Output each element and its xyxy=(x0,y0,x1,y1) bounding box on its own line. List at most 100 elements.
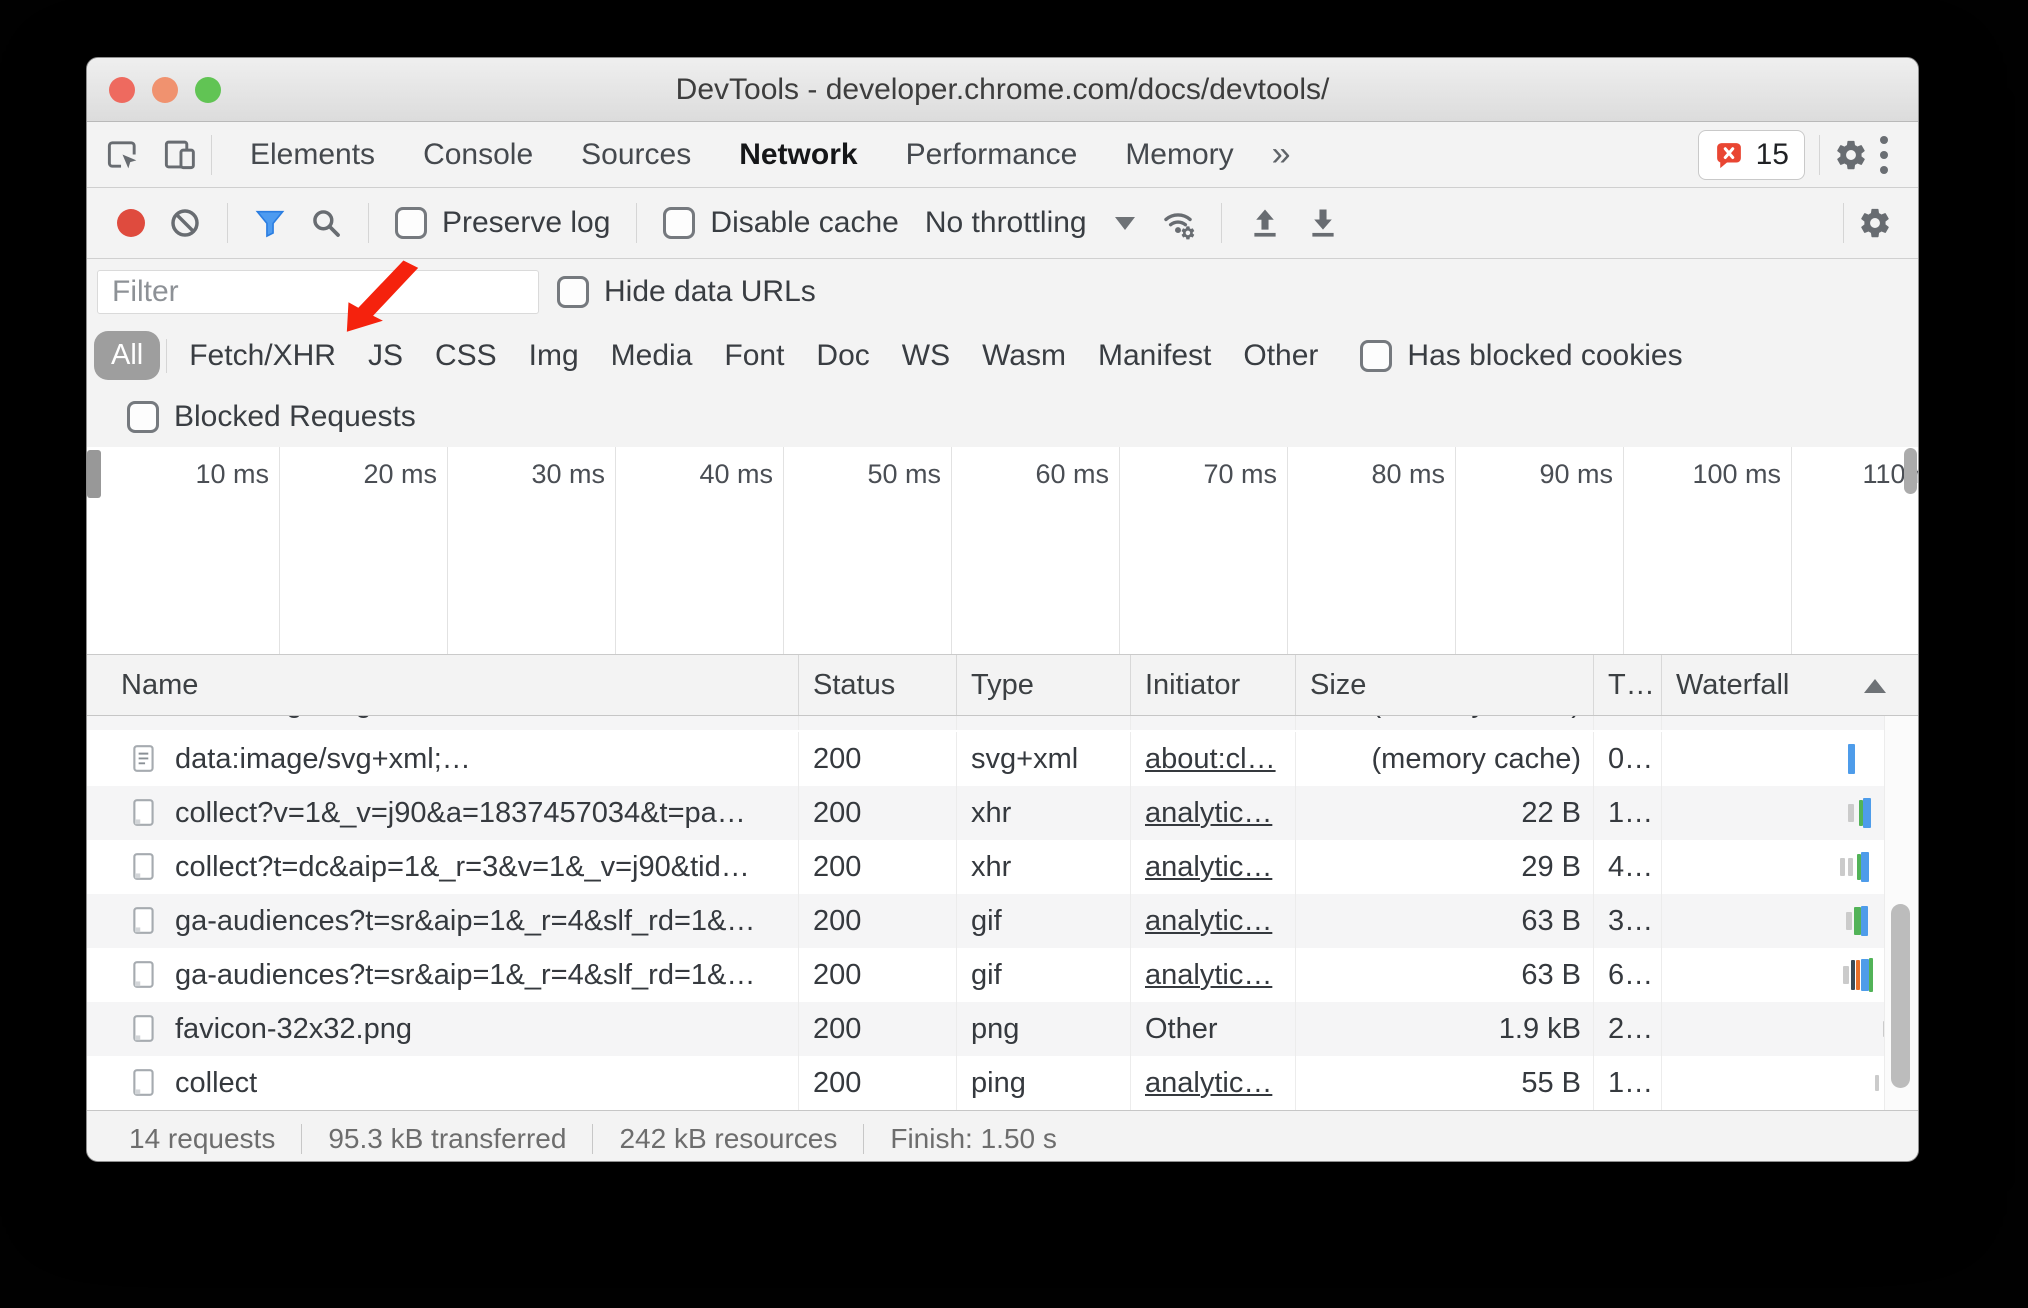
network-overview-timeline[interactable]: 10 ms 20 ms 30 ms 40 ms 50 ms 60 ms 70 m… xyxy=(87,447,1918,655)
blocked-requests-checkbox[interactable] xyxy=(127,401,159,433)
column-header-type[interactable]: Type xyxy=(957,655,1131,715)
network-settings-gear-icon[interactable] xyxy=(1858,206,1892,240)
table-row[interactable]: favicon-32x32.png 200 png Other 1.9 kB 2… xyxy=(87,1002,1918,1056)
column-header-size[interactable]: Size xyxy=(1296,655,1594,715)
request-type: xhr xyxy=(957,786,1131,840)
clear-network-log-icon[interactable] xyxy=(169,207,201,239)
zoom-window-button[interactable] xyxy=(195,76,221,103)
timeline-scrollbar-thumb-left[interactable] xyxy=(87,450,101,498)
request-name: favicon-32x32.png xyxy=(175,1012,412,1045)
record-network-log-button[interactable] xyxy=(117,209,145,237)
table-row[interactable]: ga-audiences?t=sr&aip=1&_r=4&slf_rd=1&… … xyxy=(87,948,1918,1002)
request-name: collect?v=1&_v=j90&a=1837457034&t=pa… xyxy=(175,796,746,829)
tab-memory[interactable]: Memory xyxy=(1101,138,1257,172)
preserve-log-checkbox[interactable] xyxy=(395,207,427,239)
request-type: gif xyxy=(957,894,1131,948)
tab-network[interactable]: Network xyxy=(715,138,881,172)
disable-cache-checkbox-group[interactable]: Disable cache xyxy=(663,206,899,240)
preserve-log-checkbox-group[interactable]: Preserve log xyxy=(395,206,610,240)
tab-console[interactable]: Console xyxy=(399,138,557,172)
devtools-tabbar: Elements Console Sources Network Perform… xyxy=(87,122,1918,188)
table-row[interactable]: data:image/svg+xml;… 200 svg+xml about:c… xyxy=(87,732,1918,786)
chip-other[interactable]: Other xyxy=(1227,339,1334,373)
page-icon xyxy=(131,906,157,936)
waterfall-cell xyxy=(1662,1002,1918,1056)
column-header-status[interactable]: Status xyxy=(799,655,957,715)
chip-wasm[interactable]: Wasm xyxy=(966,339,1082,373)
initiator-link[interactable]: about:cl… xyxy=(1145,743,1276,776)
request-size: 29 B xyxy=(1296,840,1594,894)
timeline-tick: 100 ms xyxy=(1692,459,1781,489)
initiator-link[interactable]: analytic… xyxy=(1145,797,1272,830)
request-size: (memory cache) xyxy=(1296,732,1594,786)
column-header-initiator[interactable]: Initiator xyxy=(1131,655,1296,715)
table-row[interactable]: collect?v=1&_v=j90&a=1837457034&t=pa… 20… xyxy=(87,786,1918,840)
blocked-requests-group[interactable]: Blocked Requests xyxy=(127,400,416,434)
device-toolbar-icon[interactable] xyxy=(162,137,197,172)
has-blocked-cookies-group[interactable]: Has blocked cookies xyxy=(1360,339,1683,373)
throttling-dropdown[interactable]: No throttling xyxy=(925,206,1135,240)
waterfall-bar xyxy=(1848,804,1854,822)
chip-img[interactable]: Img xyxy=(513,339,595,373)
tab-performance[interactable]: Performance xyxy=(882,138,1102,172)
initiator-link[interactable]: analytic… xyxy=(1145,851,1272,884)
error-count: 15 xyxy=(1755,137,1789,171)
column-header-time[interactable]: T… xyxy=(1594,655,1662,715)
filter-funnel-icon[interactable] xyxy=(254,207,286,239)
import-har-icon[interactable] xyxy=(1248,206,1282,240)
inspect-element-icon[interactable] xyxy=(105,137,140,172)
chip-all[interactable]: All xyxy=(94,331,161,380)
chip-manifest[interactable]: Manifest xyxy=(1082,339,1227,373)
tab-elements[interactable]: Elements xyxy=(226,138,399,172)
request-status: 200 xyxy=(799,840,957,894)
initiator-link[interactable]: analytic… xyxy=(1145,905,1272,938)
initiator-link[interactable]: analytic… xyxy=(1145,959,1272,992)
table-row[interactable]: collect 200 ping analytic… 55 B 1… xyxy=(87,1056,1918,1110)
request-time: 4… xyxy=(1594,840,1662,894)
timeline-scrollbar-thumb-right[interactable] xyxy=(1904,448,1917,494)
table-row[interactable]: ga-audiences?t=sr&aip=1&_r=4&slf_rd=1&… … xyxy=(87,894,1918,948)
chip-media[interactable]: Media xyxy=(595,339,709,373)
settings-gear-icon[interactable] xyxy=(1834,138,1868,172)
chip-font[interactable]: Font xyxy=(708,339,800,373)
initiator-link[interactable]: analytic… xyxy=(1145,1067,1272,1100)
tab-sources[interactable]: Sources xyxy=(557,138,715,172)
has-blocked-cookies-checkbox[interactable] xyxy=(1360,339,1393,372)
window-title: DevTools - developer.chrome.com/docs/dev… xyxy=(675,72,1330,106)
column-header-name[interactable]: Name xyxy=(87,655,799,715)
more-tabs-chevron[interactable]: » xyxy=(1258,135,1305,174)
hide-data-urls-checkbox[interactable] xyxy=(557,275,589,308)
close-window-button[interactable] xyxy=(109,76,135,103)
console-error-badge[interactable]: 15 xyxy=(1697,129,1805,180)
waterfall-cell xyxy=(1662,732,1918,786)
waterfall-cell xyxy=(1662,786,1918,840)
table-scrollbar-thumb[interactable] xyxy=(1891,904,1910,1088)
request-type: gif xyxy=(957,948,1131,1002)
waterfall-bar xyxy=(1848,744,1855,774)
divider xyxy=(166,338,168,373)
hide-data-urls-group[interactable]: Hide data URLs xyxy=(557,259,816,324)
chip-doc[interactable]: Doc xyxy=(800,339,885,373)
table-row[interactable]: collect?t=dc&aip=1&_r=3&v=1&_v=j90&tid… … xyxy=(87,840,1918,894)
column-header-waterfall[interactable]: Waterfall xyxy=(1662,655,1918,715)
waterfall-cell xyxy=(1662,894,1918,948)
disable-cache-checkbox[interactable] xyxy=(663,207,696,239)
minimize-window-button[interactable] xyxy=(152,76,178,103)
request-name: ga-audiences?t=sr&aip=1&_r=4&slf_rd=1&… xyxy=(175,958,756,991)
sort-ascending-icon xyxy=(1864,679,1886,693)
chip-ws[interactable]: WS xyxy=(886,339,966,373)
request-status: 200 xyxy=(799,732,957,786)
request-type: svg+xml xyxy=(957,732,1131,786)
network-conditions-icon[interactable] xyxy=(1159,206,1197,240)
page-icon xyxy=(131,852,157,882)
chip-css[interactable]: CSS xyxy=(419,339,513,373)
waterfall-bar xyxy=(1861,959,1869,991)
page-icon xyxy=(131,960,157,990)
filter-input[interactable] xyxy=(97,270,539,314)
chip-fetch-xhr[interactable]: Fetch/XHR xyxy=(173,339,352,373)
export-har-icon[interactable] xyxy=(1306,206,1340,240)
search-icon[interactable] xyxy=(310,207,342,239)
transferred-size: 95.3 kB transferred xyxy=(328,1123,567,1154)
divider xyxy=(1843,203,1844,243)
customize-menu-icon[interactable] xyxy=(1868,135,1900,174)
